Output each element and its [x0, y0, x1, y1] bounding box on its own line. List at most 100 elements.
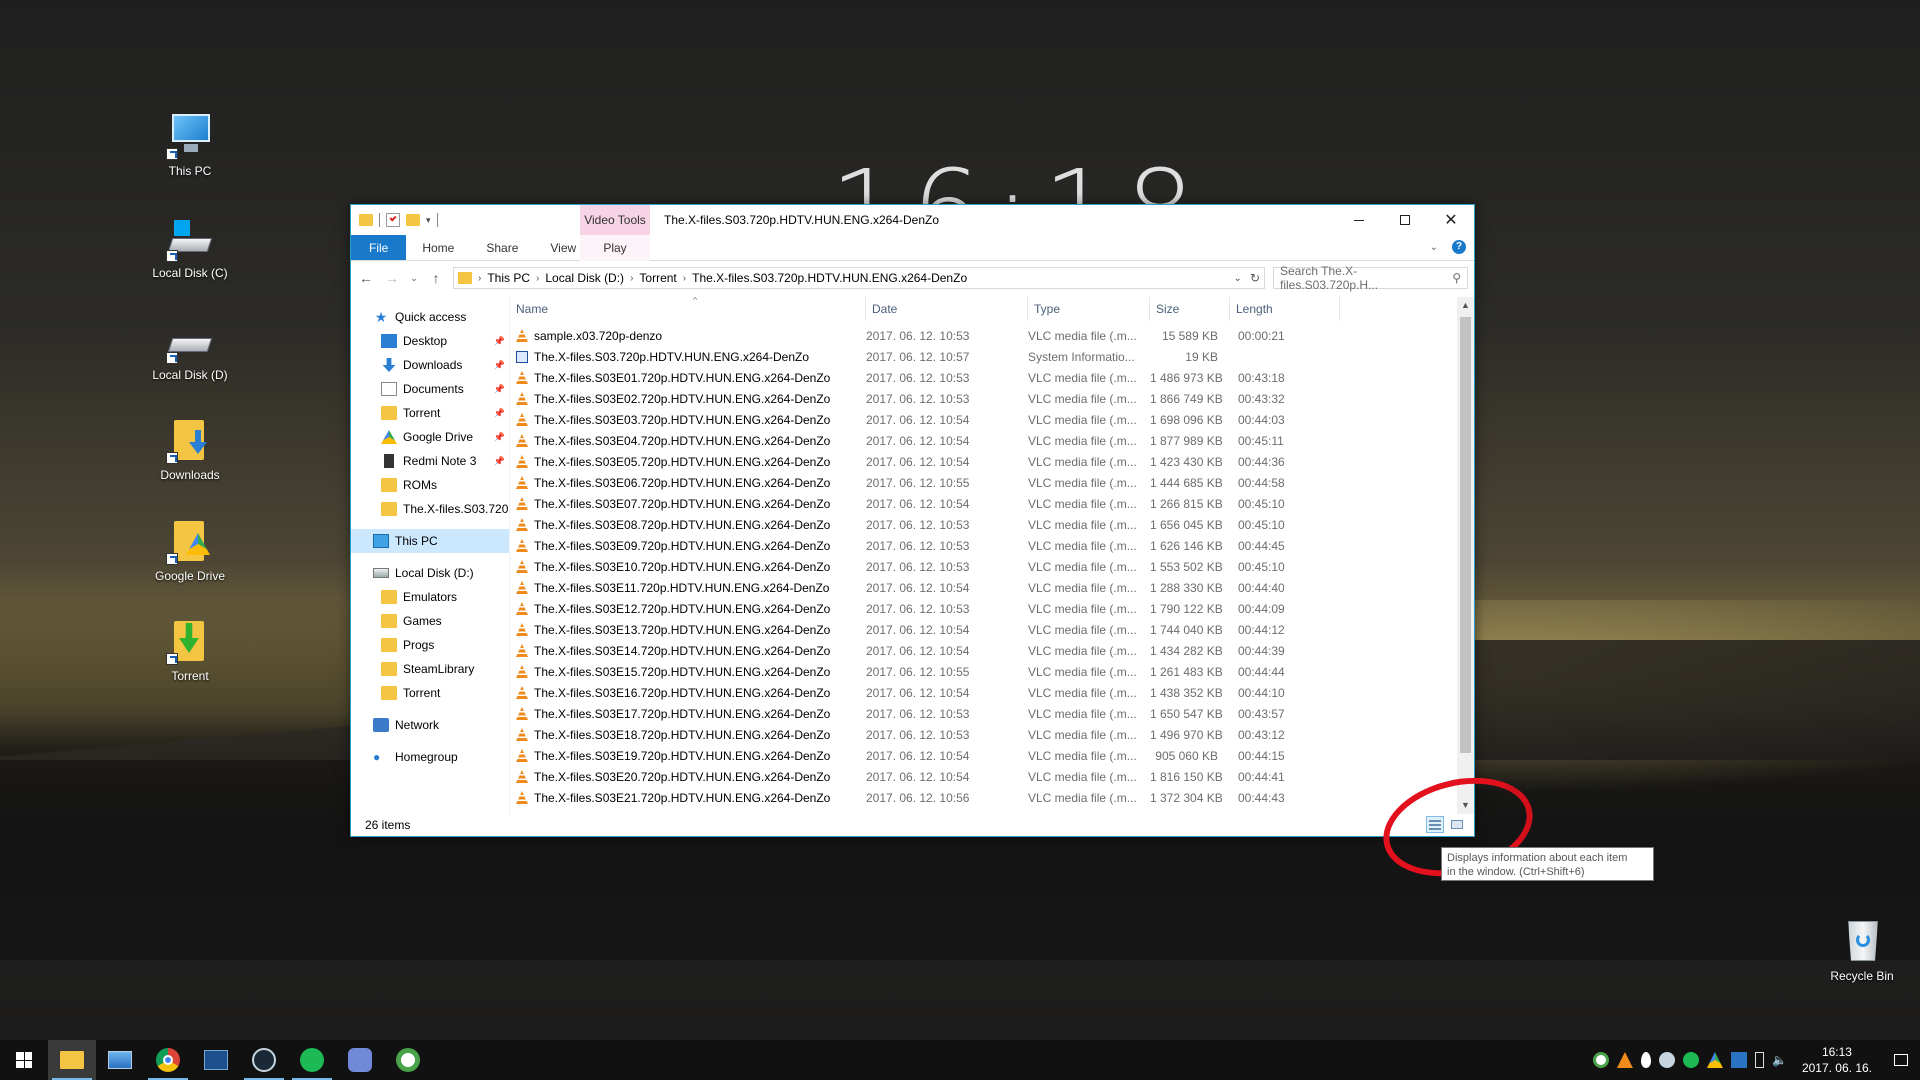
table-row[interactable]: The.X-files.S03E17.720p.HDTV.HUN.ENG.x26… [510, 703, 1474, 724]
desktop-local-disk-c[interactable]: Local Disk (C) [145, 214, 235, 280]
properties-icon[interactable] [386, 213, 400, 227]
nav-local-disk-d[interactable]: Local Disk (D:) [351, 561, 509, 585]
table-row[interactable]: The.X-files.S03E03.720p.HDTV.HUN.ENG.x26… [510, 409, 1474, 430]
table-row[interactable]: The.X-files.S03E05.720p.HDTV.HUN.ENG.x26… [510, 451, 1474, 472]
usb-tray-icon[interactable] [1754, 1052, 1764, 1068]
table-row[interactable]: sample.x03.720p-denzo 2017. 06. 12. 10:53… [510, 325, 1474, 346]
taskbar-utorrent[interactable] [384, 1040, 432, 1080]
desktop-recycle-bin[interactable]: Recycle Bin [1817, 917, 1907, 983]
utorrent-tray-icon[interactable] [1592, 1052, 1609, 1068]
table-row[interactable]: The.X-files.S03E01.720p.HDTV.HUN.ENG.x26… [510, 367, 1474, 388]
taskbar-spotify[interactable] [288, 1040, 336, 1080]
nav-roms[interactable]: ROMs [351, 473, 509, 497]
nav-downloads[interactable]: Downloads 📌 [351, 353, 509, 377]
table-row[interactable]: The.X-files.S03E06.720p.HDTV.HUN.ENG.x26… [510, 472, 1474, 493]
expand-ribbon-icon[interactable]: ⌄ [1430, 242, 1438, 253]
tab-file[interactable]: File [351, 235, 407, 260]
scroll-up-icon[interactable]: ▲ [1457, 297, 1474, 314]
taskbar-discord[interactable] [336, 1040, 384, 1080]
nav-documents[interactable]: Documents 📌 [351, 377, 509, 401]
recent-locations-icon[interactable]: ⌄ [409, 273, 419, 284]
forward-icon[interactable]: → [383, 270, 401, 286]
table-row[interactable]: The.X-files.S03E12.720p.HDTV.HUN.ENG.x26… [510, 598, 1474, 619]
app-tray-icon[interactable] [1730, 1052, 1747, 1068]
nav-redmi-note[interactable]: Redmi Note 3 📌 [351, 449, 509, 473]
column-name[interactable]: Name [510, 297, 866, 321]
customize-qat-icon[interactable]: ▾ [426, 215, 431, 226]
address-dropdown-icon[interactable]: ⌄ [1234, 273, 1242, 284]
column-date[interactable]: Date [866, 297, 1028, 321]
new-folder-icon[interactable] [406, 214, 420, 226]
desktop-google-drive[interactable]: Google Drive [145, 517, 235, 583]
table-row[interactable]: The.X-files.S03E18.720p.HDTV.HUN.ENG.x26… [510, 724, 1474, 745]
vlc-tray-icon[interactable] [1616, 1052, 1633, 1068]
tab-home[interactable]: Home [406, 235, 470, 260]
breadcrumb-this-pc[interactable]: This PC [487, 271, 530, 285]
nav-desktop[interactable]: Desktop 📌 [351, 329, 509, 353]
desktop-local-disk-d[interactable]: Local Disk (D) [145, 316, 235, 382]
nav-quick-access[interactable]: ★ Quick access [351, 305, 509, 329]
column-length[interactable]: Length [1230, 297, 1340, 321]
scroll-thumb[interactable] [1460, 317, 1471, 753]
nav-torrent[interactable]: Torrent 📌 [351, 401, 509, 425]
table-row[interactable]: The.X-files.S03.720p.HDTV.HUN.ENG.x264-D… [510, 346, 1474, 367]
breadcrumb-torrent[interactable]: Torrent [639, 271, 676, 285]
nav-google-drive[interactable]: Google Drive 📌 [351, 425, 509, 449]
steam-tray-icon[interactable] [1658, 1052, 1675, 1068]
table-row[interactable]: The.X-files.S03E02.720p.HDTV.HUN.ENG.x26… [510, 388, 1474, 409]
table-row[interactable]: The.X-files.S03E20.720p.HDTV.HUN.ENG.x26… [510, 766, 1474, 787]
action-center-icon[interactable] [1894, 1054, 1908, 1066]
desktop-torrent[interactable]: Torrent [145, 617, 235, 683]
table-row[interactable]: The.X-files.S03E14.720p.HDTV.HUN.ENG.x26… [510, 640, 1474, 661]
table-row[interactable]: The.X-files.S03E21.720p.HDTV.HUN.ENG.x26… [510, 787, 1474, 808]
taskbar-control-panel[interactable] [96, 1040, 144, 1080]
table-row[interactable]: The.X-files.S03E10.720p.HDTV.HUN.ENG.x26… [510, 556, 1474, 577]
table-row[interactable]: The.X-files.S03E09.720p.HDTV.HUN.ENG.x26… [510, 535, 1474, 556]
taskbar-chrome[interactable] [144, 1040, 192, 1080]
address-bar[interactable]: › This PC › Local Disk (D:) › Torrent › … [453, 267, 1265, 289]
taskbar-steam[interactable] [240, 1040, 288, 1080]
nav-this-pc[interactable]: This PC [351, 529, 509, 553]
breadcrumb-local-disk[interactable]: Local Disk (D:) [545, 271, 624, 285]
desktop-downloads[interactable]: Downloads [145, 416, 235, 482]
title-bar[interactable]: ▾ Video Tools The.X-files.S03.720p.HDTV.… [351, 205, 1474, 235]
nav-drive-torrent[interactable]: Torrent [351, 681, 509, 705]
desktop-this-pc[interactable]: This PC [145, 112, 235, 178]
column-type[interactable]: Type [1028, 297, 1150, 321]
vertical-scrollbar[interactable]: ▲ ▼ [1457, 297, 1474, 814]
table-row[interactable]: The.X-files.S03E08.720p.HDTV.HUN.ENG.x26… [510, 514, 1474, 535]
table-row[interactable]: The.X-files.S03E13.720p.HDTV.HUN.ENG.x26… [510, 619, 1474, 640]
start-button[interactable] [0, 1040, 48, 1080]
refresh-icon[interactable]: ↻ [1250, 271, 1260, 285]
taskbar-clock[interactable]: 16:13 2017. 06. 16. [1802, 1044, 1872, 1076]
taskbar-app-window[interactable] [192, 1040, 240, 1080]
taskbar-file-explorer[interactable] [48, 1040, 96, 1080]
nav-x-files-folder[interactable]: The.X-files.S03.720p [351, 497, 509, 521]
help-icon[interactable]: ? [1452, 240, 1466, 254]
tab-play[interactable]: Play [580, 235, 650, 261]
table-row[interactable]: The.X-files.S03E19.720p.HDTV.HUN.ENG.x26… [510, 745, 1474, 766]
nav-games[interactable]: Games [351, 609, 509, 633]
nav-steamlibrary[interactable]: SteamLibrary [351, 657, 509, 681]
table-row[interactable]: The.X-files.S03E16.720p.HDTV.HUN.ENG.x26… [510, 682, 1474, 703]
table-row[interactable]: The.X-files.S03E15.720p.HDTV.HUN.ENG.x26… [510, 661, 1474, 682]
google-drive-tray-icon[interactable] [1706, 1052, 1723, 1068]
volume-icon[interactable]: 🔈 [1772, 1052, 1788, 1068]
nav-progs[interactable]: Progs [351, 633, 509, 657]
nav-emulators[interactable]: Emulators [351, 585, 509, 609]
nav-homegroup[interactable]: ● Homegroup [351, 745, 509, 769]
column-size[interactable]: Size [1150, 297, 1230, 321]
drop-tray-icon[interactable] [1640, 1052, 1651, 1068]
back-icon[interactable]: ← [357, 270, 375, 286]
up-icon[interactable]: ↑ [427, 270, 445, 286]
table-row[interactable]: The.X-files.S03E04.720p.HDTV.HUN.ENG.x26… [510, 430, 1474, 451]
nav-network[interactable]: Network [351, 713, 509, 737]
table-row[interactable]: The.X-files.S03E07.720p.HDTV.HUN.ENG.x26… [510, 493, 1474, 514]
minimize-button[interactable] [1336, 205, 1382, 235]
close-button[interactable]: ✕ [1428, 205, 1474, 235]
maximize-button[interactable] [1382, 205, 1428, 235]
table-row[interactable]: The.X-files.S03E11.720p.HDTV.HUN.ENG.x26… [510, 577, 1474, 598]
breadcrumb-current-folder[interactable]: The.X-files.S03.720p.HDTV.HUN.ENG.x264-D… [692, 271, 967, 285]
tab-share[interactable]: Share [470, 235, 534, 260]
spotify-tray-icon[interactable] [1682, 1052, 1699, 1068]
